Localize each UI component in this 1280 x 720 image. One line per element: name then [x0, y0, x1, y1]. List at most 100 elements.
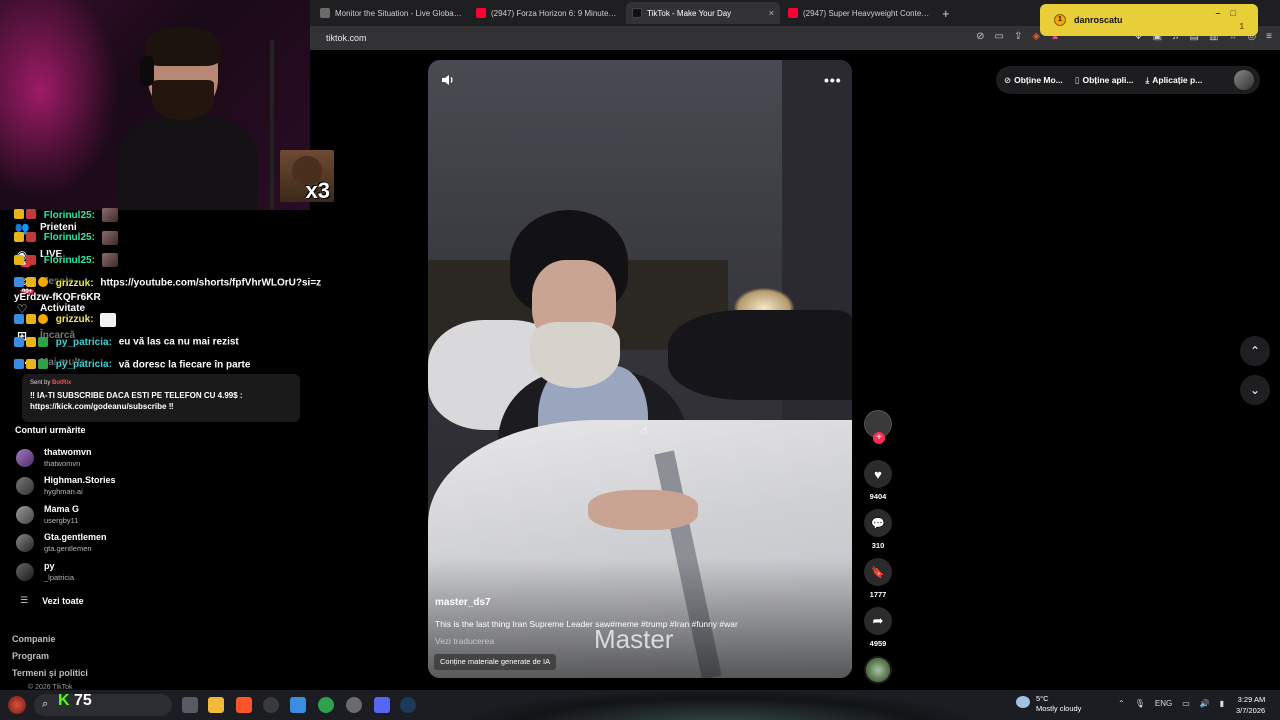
download-icon: ⤓	[1145, 74, 1150, 85]
file-explorer-icon[interactable]	[208, 697, 224, 713]
footer-program-link[interactable]: Program	[12, 651, 49, 661]
weather-desc: Mostly cloudy	[1036, 704, 1082, 713]
start-button[interactable]	[8, 696, 26, 714]
account-handle: usergby11	[44, 516, 79, 525]
followed-account[interactable]: py _lpatricia	[16, 561, 216, 587]
clock-date: 3/7/2026	[1236, 706, 1266, 715]
video-author[interactable]: master_ds7	[435, 597, 491, 608]
desktop-app-button[interactable]: ⤓ Aplicație p...	[1145, 75, 1202, 86]
bot-message: Sent by BotRix ‼ IA-TI SUBSCRIBE DACA ES…	[22, 374, 300, 422]
ai-generated-badge: Conține materiale generate de IA	[434, 654, 557, 670]
menu-icon[interactable]: ≡	[1266, 31, 1272, 42]
comment-action[interactable]: 💬 310	[862, 509, 894, 550]
chat-badges	[14, 231, 38, 245]
account-name: Highman.Stories	[44, 475, 116, 485]
next-video-button[interactable]: ⌄	[1240, 375, 1270, 405]
tab-label: (2947) Forza Horizon 6: 9 Minutes of	[491, 8, 618, 18]
followed-account[interactable]: Gta.gentlemen gta.gentlemen	[16, 532, 216, 558]
get-coins-button[interactable]: ⊘ Obține Mo...	[1004, 75, 1063, 86]
share-action[interactable]: ➦ 4959	[862, 607, 894, 648]
music-disc-icon[interactable]	[864, 656, 892, 684]
avatar	[16, 449, 34, 467]
coin-icon: 1	[1054, 14, 1066, 26]
system-clock[interactable]: 3:29 AM 3/7/2026	[1236, 694, 1265, 716]
obs-icon[interactable]	[263, 697, 279, 713]
save-count: 1777	[869, 590, 887, 599]
chat-message: Florinul25:	[14, 208, 324, 223]
brave-shield-icon[interactable]: ◈	[1032, 31, 1040, 42]
task-view-icon[interactable]	[182, 697, 198, 713]
get-app-button[interactable]: ▯ Obține apli...	[1075, 75, 1134, 86]
share-icon[interactable]: ➦	[864, 607, 892, 635]
tab-forza[interactable]: (2947) Forza Horizon 6: 9 Minutes of	[470, 2, 624, 24]
tab-label: TikTok - Make Your Day	[647, 8, 732, 18]
battery-icon[interactable]: ▮	[1220, 699, 1224, 708]
followed-account[interactable]: Highman.Stories hyghman.ai	[16, 475, 216, 501]
url-field[interactable]: tiktok.com	[326, 33, 367, 43]
steam-icon[interactable]	[400, 697, 416, 713]
volume-icon[interactable]	[440, 72, 456, 88]
chat-emote-overlay: x3	[280, 150, 334, 203]
chat-emote	[101, 230, 118, 245]
coin-icon: ⊘	[1004, 74, 1012, 85]
save-action[interactable]: 🔖 1777	[862, 558, 894, 599]
followed-account[interactable]: Mama G usergby11	[16, 504, 216, 530]
taskbar-search[interactable]: ⌕	[34, 694, 172, 716]
see-all-link[interactable]: ☰ Vezi toate	[20, 595, 84, 606]
language-indicator[interactable]: ENG	[1155, 699, 1172, 708]
chat-badges	[14, 358, 50, 372]
account-name: Mama G	[44, 504, 80, 514]
tab-monitor[interactable]: Monitor the Situation - Live Global N	[314, 2, 468, 24]
network-icon[interactable]: ▭	[1182, 699, 1190, 708]
get-coins-label: Obține Mo...	[1014, 75, 1063, 85]
chrome-icon[interactable]	[346, 697, 362, 713]
close-tab-icon[interactable]: ×	[769, 8, 774, 18]
mute-site-icon[interactable]: ⊘	[976, 31, 984, 42]
previous-video-button[interactable]: ⌃	[1240, 336, 1270, 366]
brave-browser-icon[interactable]	[236, 697, 252, 713]
share-icon[interactable]: ⇪	[1014, 31, 1022, 42]
profile-avatar[interactable]	[1234, 70, 1254, 90]
weather-widget[interactable]: 5°C Mostly cloudy	[1016, 694, 1081, 714]
followed-account[interactable]: thatwomvn thatwomvn	[16, 447, 216, 473]
cast-icon[interactable]: ▭	[995, 31, 1004, 42]
new-tab-button[interactable]: +	[942, 6, 950, 21]
youtube-icon	[788, 8, 798, 18]
follow-plus-icon[interactable]: +	[873, 432, 885, 444]
volume-icon[interactable]: 🔊	[1200, 699, 1210, 708]
chat-message: py_patricia: eu vă las ca nu mai rezist	[14, 335, 324, 350]
heart-icon[interactable]: ♥	[864, 460, 892, 488]
account-name: Gta.gentlemen	[44, 532, 107, 542]
more-options-icon[interactable]: •••	[824, 72, 842, 88]
xbox-icon[interactable]	[318, 697, 334, 713]
tab-heavyweight[interactable]: (2947) Super Heavyweight Contende	[782, 2, 936, 24]
account-handle: hyghman.ai	[44, 487, 83, 496]
windows-taskbar: ⌕ K 75 5°C Mostly cloudy ⌃ 🎙 ENG ▭ 🔊 ▮ 3…	[0, 690, 1280, 720]
creator-avatar[interactable]: +	[864, 410, 892, 444]
discord-icon[interactable]	[374, 697, 390, 713]
bookmark-icon[interactable]: 🔖	[864, 558, 892, 586]
streamer	[118, 26, 258, 210]
ms-store-icon[interactable]	[290, 697, 306, 713]
pink-light	[0, 0, 120, 200]
youtube-icon	[476, 8, 486, 18]
chat-message: grizzuk:	[14, 312, 324, 328]
mic-icon[interactable]: 🎙	[1135, 699, 1145, 708]
footer-company-link[interactable]: Companie	[12, 634, 56, 644]
phone-icon: ▯	[1074, 74, 1080, 85]
tab-tiktok[interactable]: TikTok - Make Your Day ×	[626, 2, 780, 24]
like-action[interactable]: ♥ 9404	[862, 460, 894, 501]
tab-label: Monitor the Situation - Live Global N	[335, 8, 462, 18]
chevron-up-icon[interactable]: ⌃	[1118, 699, 1125, 708]
video-player[interactable]	[428, 60, 852, 678]
get-app-label: Obține apli...	[1082, 75, 1134, 85]
window-controls[interactable]: –□	[1216, 8, 1246, 18]
chat-emote	[100, 312, 117, 327]
chat-message: Florinul25:	[14, 230, 324, 246]
see-translation-link[interactable]: Vezi traducerea	[435, 636, 494, 646]
chat-message: Florinul25:	[14, 253, 324, 268]
sent-by-label: Sent by	[30, 380, 51, 386]
footer-terms-link[interactable]: Termeni și politici	[12, 668, 88, 678]
comment-icon[interactable]: 💬	[864, 509, 892, 537]
comment-count: 310	[871, 541, 885, 550]
